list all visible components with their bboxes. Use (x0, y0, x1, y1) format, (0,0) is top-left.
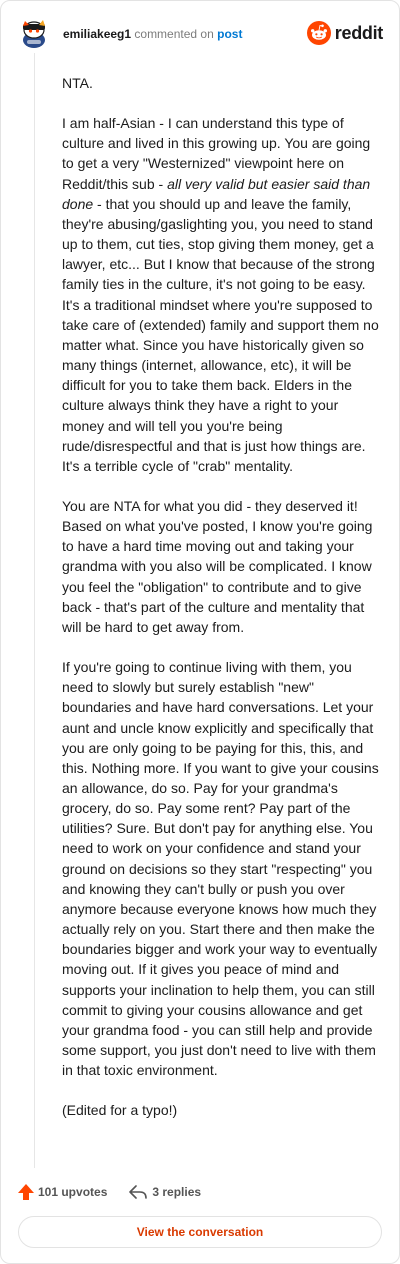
upvote-button[interactable]: 101 upvotes (17, 1183, 107, 1201)
username-link[interactable]: emiliakeeg1 (63, 27, 131, 41)
replies-button[interactable]: 3 replies (129, 1185, 201, 1199)
comment-paragraph: NTA. (62, 75, 93, 91)
comment-meta: emiliakeeg1 commented on post (63, 26, 242, 42)
brand-wordmark: reddit (334, 22, 384, 43)
post-link[interactable]: post (217, 27, 242, 41)
comment-paragraph: If you're going to continue living with … (62, 659, 379, 1079)
comment-paragraph: You are NTA for what you did - they dese… (62, 497, 373, 635)
reply-count: 3 replies (152, 1185, 202, 1199)
reddit-brand[interactable]: reddit (306, 19, 384, 47)
comment-paragraph: I am half-Asian - I can understand this … (62, 113, 380, 476)
upvote-count: 101 upvotes (38, 1185, 108, 1199)
view-conversation-button[interactable]: View the conversation (18, 1216, 382, 1248)
comment-footer: 101 upvotes 3 replies (17, 1181, 383, 1203)
comment-paragraph: (Edited for a typo!) (62, 1102, 178, 1119)
comment-embed-card: emiliakeeg1 commented on post reddit NTA… (0, 0, 400, 1264)
reply-arrow-icon (129, 1185, 148, 1199)
commented-on-text: commented on (134, 27, 214, 41)
comment-text: - that you should up and leave the famil… (62, 195, 379, 474)
upvote-arrow-icon (18, 1184, 34, 1200)
comment-body: NTA. I am half-Asian - I can understand … (62, 73, 380, 1121)
thread-line (34, 53, 35, 1168)
reddit-logo-icon (306, 21, 331, 45)
snoo-avatar-icon[interactable] (17, 16, 51, 50)
comment-header: emiliakeeg1 commented on post reddit (17, 16, 383, 52)
